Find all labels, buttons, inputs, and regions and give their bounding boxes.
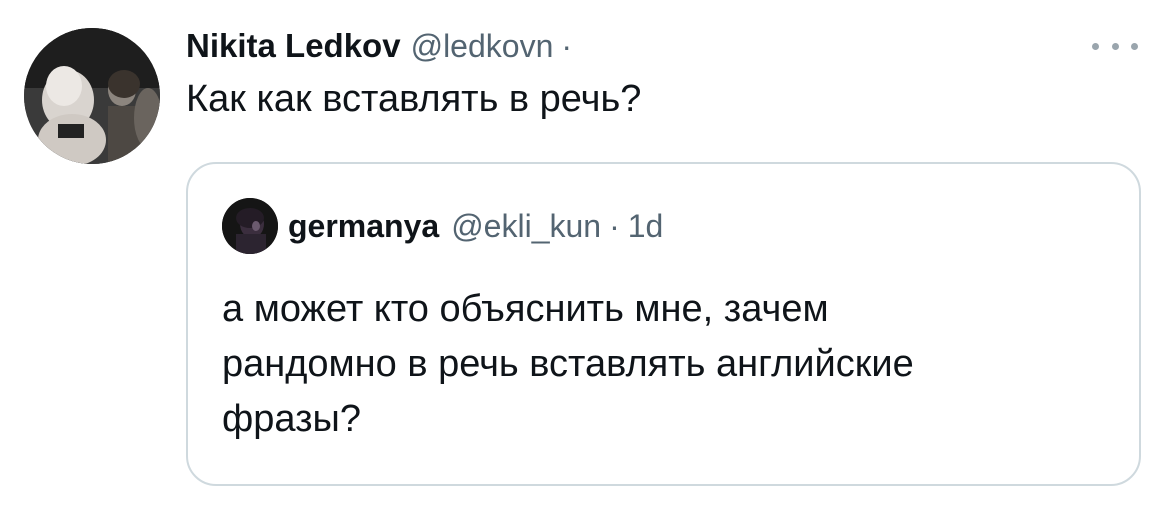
author-name[interactable]: Nikita Ledkov [186, 27, 401, 65]
quoted-text-line: фразы? [222, 398, 361, 440]
quoted-author-handle[interactable]: @ekli_kun [451, 208, 601, 245]
author-handle[interactable]: @ledkovn [411, 28, 554, 65]
quoted-author-name[interactable]: germanya [288, 208, 439, 245]
more-dot [1111, 42, 1119, 50]
tweet-header: Nikita Ledkov @ledkovn · [186, 24, 572, 68]
quoted-tweet-header: germanya @ekli_kun · 1d [288, 206, 663, 246]
quoted-text-line: рандомно в речь вставлять английские [222, 343, 914, 385]
quoted-header-separator: · [609, 207, 620, 244]
quoted-author-avatar[interactable] [222, 198, 278, 254]
header-separator: · [561, 27, 573, 64]
more-horizontal-icon[interactable] [1092, 36, 1138, 56]
quoted-text-line: а может кто объяснить мне, зачем [222, 288, 829, 330]
tweet-text: Как как вставлять в речь? [186, 78, 642, 120]
quoted-tweet-text: а может кто объяснить мне, зачем рандомн… [222, 282, 1102, 447]
quoted-tweet-card[interactable]: germanya @ekli_kun · 1d а может кто объя… [186, 162, 1141, 486]
author-avatar-photo [24, 28, 160, 164]
more-dot [1092, 42, 1099, 50]
author-avatar[interactable] [24, 28, 160, 164]
quoted-avatar-photo [222, 198, 278, 254]
more-dot [1131, 42, 1138, 50]
quoted-timestamp[interactable]: 1d [628, 208, 664, 245]
